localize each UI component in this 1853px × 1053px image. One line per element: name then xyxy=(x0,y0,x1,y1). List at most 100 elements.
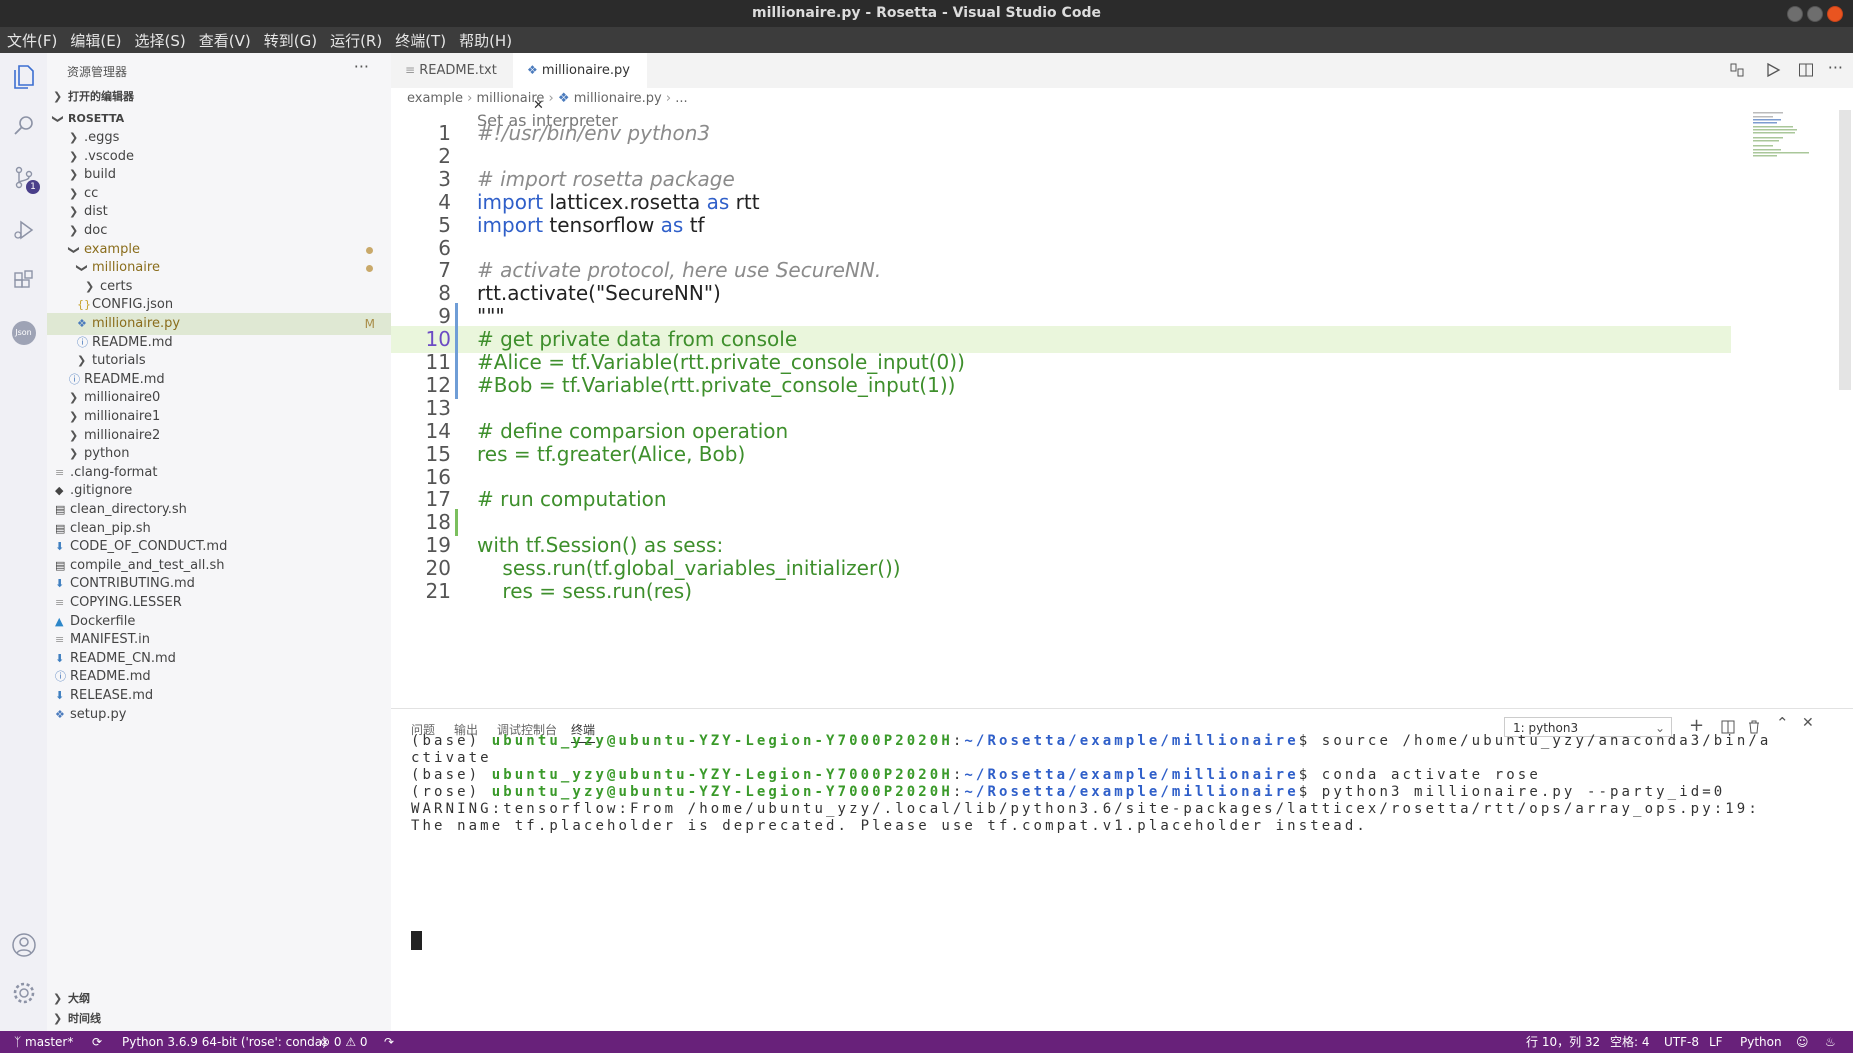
menu-edit[interactable]: 编辑(E) xyxy=(63,30,127,51)
compare-changes-icon[interactable] xyxy=(1729,62,1745,82)
indentation-status[interactable]: 空格: 4 xyxy=(1610,1031,1650,1053)
json-icon[interactable]: Json xyxy=(9,318,38,347)
menu-view[interactable]: 查看(V) xyxy=(192,30,257,51)
explorer-sidebar: 资源管理器 ··· ❯ 打开的编辑器 ❯ ROSETTA ❯ .eggs ❯ .vsc… xyxy=(47,53,391,1031)
interpreter-status[interactable]: Python 3.6.9 64-bit ('rose': conda) xyxy=(122,1031,327,1053)
source-control-icon[interactable]: 1 xyxy=(9,163,40,194)
terminal-env: (rose) xyxy=(411,784,481,800)
menu-file[interactable]: 文件(F) xyxy=(0,30,63,51)
terminal-user: ubuntu_yzy@ubuntu-YZY-Legion-Y7000P2020H xyxy=(491,784,953,800)
terminal-path: ~/Rosetta/example/millionaire xyxy=(964,784,1299,800)
timeline-section[interactable]: ❯ 时间线 xyxy=(47,1008,391,1030)
sync-icon[interactable]: ⟳ xyxy=(92,1031,102,1053)
json-badge: Json xyxy=(11,320,36,345)
minimap[interactable] xyxy=(1745,110,1835,180)
terminal-command: $ source /home/ubuntu_yzy/anaconda3/bin/… xyxy=(1298,733,1772,749)
more-actions-icon[interactable]: ··· xyxy=(354,57,369,76)
split-editor-icon[interactable] xyxy=(1798,62,1814,82)
terminal-text: ctivate xyxy=(411,750,492,766)
account-icon[interactable] xyxy=(9,930,38,959)
outline-section[interactable]: ❯ 大纲 xyxy=(47,988,391,1010)
encoding-status[interactable]: UTF-8 xyxy=(1664,1031,1699,1053)
editor-tabs: ≡ README.txt ❖ millionaire.py ✕ ··· xyxy=(391,53,1853,113)
chevron-down-icon: ❯ xyxy=(75,263,89,273)
editor-scrollbar[interactable] xyxy=(1839,110,1851,390)
minimize-button[interactable] xyxy=(1787,6,1803,22)
modified-dot xyxy=(366,246,373,254)
text-file-icon: ≡ xyxy=(405,63,416,77)
breadcrumb: example › millionaire › ❖ millionaire.py… xyxy=(391,88,1853,110)
terminal-text: WARNING:tensorflow:From /home/ubuntu_yzy… xyxy=(411,801,1760,817)
code-text: res = sess.run(res) xyxy=(477,579,693,603)
maximize-button[interactable] xyxy=(1807,6,1823,22)
menu-go[interactable]: 转到(G) xyxy=(257,30,323,51)
line-number: 21 xyxy=(425,579,451,603)
chevron-right-icon: ❯ xyxy=(53,1012,63,1025)
menu-selection[interactable]: 选择(S) xyxy=(128,30,192,51)
terminal-line: WARNING:tensorflow:From /home/ubuntu_yzy… xyxy=(411,801,1760,817)
terminal-command: $ python3 millionaire.py --party_id=0 xyxy=(1298,784,1726,800)
breadcrumb-millionaire[interactable]: millionaire xyxy=(476,91,544,106)
run-file-icon[interactable] xyxy=(1765,62,1781,82)
git-branch-icon: ᛉ xyxy=(14,1035,22,1049)
breadcrumb-file[interactable]: millionaire.py xyxy=(574,91,662,106)
tree-item-label: setup.py xyxy=(70,706,127,722)
scm-badge: 1 xyxy=(26,180,40,194)
terminal-path: ~/Rosetta/example/millionaire xyxy=(964,733,1299,749)
chevron-right-icon: ❯ xyxy=(53,90,63,103)
tab-readme-txt[interactable]: ≡ README.txt xyxy=(391,53,515,88)
activity-bar: 1 Json xyxy=(0,53,47,1031)
terminal-text: The name tf.placeholder is deprecated. P… xyxy=(411,818,1368,834)
tree-item[interactable]: ❖ setup.py xyxy=(47,704,391,726)
maximize-panel-icon[interactable]: ⌃ xyxy=(1776,714,1789,732)
breadcrumb-symbol[interactable]: ... xyxy=(675,91,687,106)
more-actions-icon[interactable]: ··· xyxy=(1828,58,1843,77)
chevron-down-icon: ❯ xyxy=(51,114,65,124)
terminal-command: $ conda activate rose xyxy=(1298,767,1541,783)
live-share-icon[interactable]: ↷ xyxy=(384,1031,394,1053)
branch-status[interactable]: ᛉ master* xyxy=(14,1031,73,1053)
notifications-icon[interactable]: ♨ xyxy=(1825,1031,1836,1053)
close-icon[interactable]: ✕ xyxy=(1802,715,1814,731)
terminal-cursor xyxy=(411,931,422,950)
chevron-right-icon: › xyxy=(665,91,676,106)
language-status[interactable]: Python xyxy=(1740,1031,1782,1053)
feedback-icon[interactable]: ☺ xyxy=(1796,1031,1809,1053)
menu-terminal[interactable]: 终端(T) xyxy=(388,30,452,51)
code-editor[interactable]: Set as interpreter 1 #!/usr/bin/env pytho… xyxy=(391,110,1853,708)
sidebar-title: 资源管理器 xyxy=(67,65,128,79)
menu-bar: 文件(F) 编辑(E) 选择(S) 查看(V) 转到(G) 运行(R) 终端(T… xyxy=(0,27,1853,53)
terminal-line: (rose) ubuntu_yzy@ubuntu-YZY-Legion-Y700… xyxy=(411,784,1726,800)
status-bar: ᛉ master* ⟳ Python 3.6.9 64-bit ('rose':… xyxy=(0,1031,1853,1053)
close-window-button[interactable] xyxy=(1827,6,1843,22)
python-file-icon: ❖ xyxy=(557,91,570,106)
problems-status[interactable]: ⊗ 0 ⚠ 0 xyxy=(320,1031,368,1053)
extensions-icon[interactable] xyxy=(9,266,38,295)
eol-status[interactable]: LF xyxy=(1709,1031,1723,1053)
python-file-icon: ❖ xyxy=(527,63,538,77)
terminal-line: ctivate xyxy=(411,750,492,766)
terminal-env: (base) xyxy=(411,733,481,749)
code-line: 21 res = sess.run(res) xyxy=(391,578,1731,605)
bottom-panel: 问题 输出 调试控制台 终端 1: python3 ⌄ + ⌃ ✕ (base)… xyxy=(391,708,1853,1032)
window-title: millionaire.py - Rosetta - Visual Studio… xyxy=(752,5,1101,21)
cursor-position[interactable]: 行 10，列 32 xyxy=(1526,1031,1600,1053)
chevron-right-icon: › xyxy=(548,91,558,106)
python-file-icon: ❖ xyxy=(55,707,65,721)
breadcrumb-example[interactable]: example xyxy=(407,91,463,106)
terminal-line: (base) ubuntu_yzy@ubuntu-YZY-Legion-Y700… xyxy=(411,767,1541,783)
open-editors-section[interactable]: ❯ 打开的编辑器 xyxy=(47,86,391,108)
run-debug-icon[interactable] xyxy=(9,215,38,244)
terminal-user: ubuntu_yzy@ubuntu-YZY-Legion-Y7000P2020H xyxy=(491,733,953,749)
explorer-icon[interactable] xyxy=(9,62,38,91)
chevron-right-icon: ❯ xyxy=(53,992,63,1005)
title-bar: millionaire.py - Rosetta - Visual Studio… xyxy=(0,0,1853,27)
terminal-env: (base) xyxy=(411,767,481,783)
search-icon[interactable] xyxy=(9,111,38,140)
terminal-line: The name tf.placeholder is deprecated. P… xyxy=(411,818,1368,834)
gear-icon[interactable] xyxy=(9,978,38,1007)
menu-run[interactable]: 运行(R) xyxy=(323,30,388,51)
tab-millionaire-py[interactable]: ❖ millionaire.py ✕ xyxy=(513,53,647,113)
chevron-down-icon: ❯ xyxy=(67,244,81,255)
menu-help[interactable]: 帮助(H) xyxy=(452,30,518,51)
